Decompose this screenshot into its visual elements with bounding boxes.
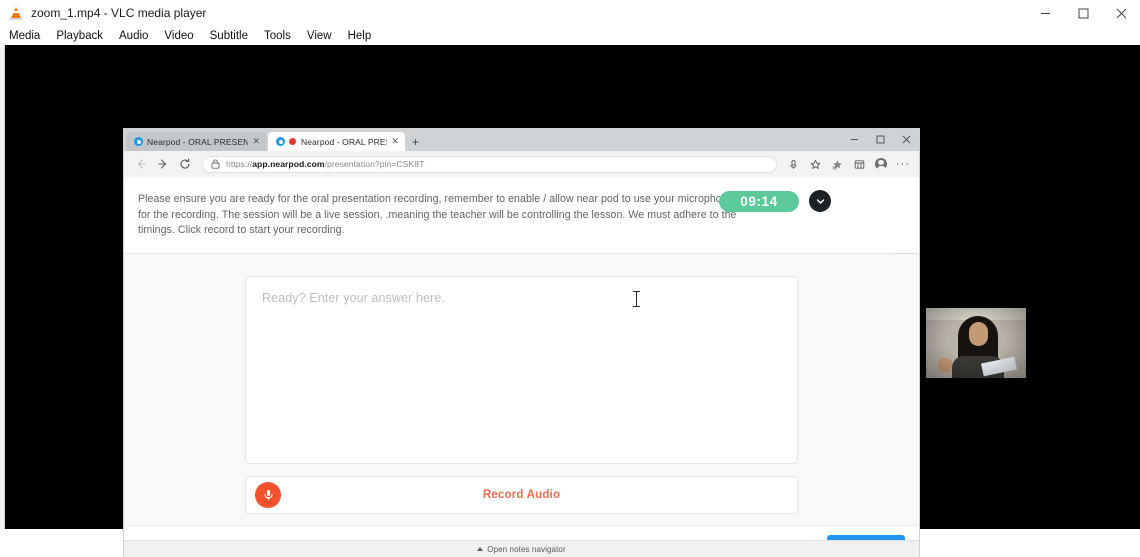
video-canvas[interactable]: Nearpod - ORAL PRESENTATION ✕ Nearpod - … — [0, 45, 1140, 557]
more-options-icon[interactable]: ··· — [893, 154, 913, 174]
edge-browser-window: Nearpod - ORAL PRESENTATION ✕ Nearpod - … — [124, 129, 919, 557]
browser-tab-1-close-icon[interactable]: ✕ — [252, 137, 260, 146]
browser-essentials-icon[interactable] — [849, 154, 869, 174]
menu-item-playback[interactable]: Playback — [56, 30, 103, 42]
browser-tab-2-close-icon[interactable]: ✕ — [391, 137, 399, 146]
address-bar-url: https://app.nearpod.com/presentation?pin… — [226, 159, 425, 169]
countdown-timer-badge: 09:14 — [719, 191, 799, 212]
browser-minimize-button[interactable] — [841, 129, 867, 150]
vlc-cone-icon — [9, 6, 23, 20]
browser-restore-button[interactable] — [867, 129, 893, 150]
forward-arrow-icon[interactable] — [152, 153, 174, 175]
browser-tab-2-label: Nearpod - ORAL PRESENT· — [301, 136, 387, 147]
browser-tab-strip: Nearpod - ORAL PRESENTATION ✕ Nearpod - … — [124, 129, 919, 151]
menu-item-video[interactable]: Video — [164, 30, 193, 42]
menu-item-media[interactable]: Media — [9, 30, 40, 42]
vlc-player-window: zoom_1.mp4 - VLC media player Media Play… — [0, 0, 1140, 557]
tab-recording-indicator-icon — [289, 138, 296, 145]
microphone-icon[interactable] — [783, 154, 803, 174]
browser-tab-2[interactable]: Nearpod - ORAL PRESENT· ✕ — [268, 132, 405, 151]
browser-toolbar-icons: ··· — [783, 154, 913, 174]
microphone-icon — [255, 481, 281, 508]
reload-icon[interactable] — [174, 153, 196, 175]
instructions-text: Please ensure you are ready for the oral… — [138, 193, 737, 237]
vlc-window-controls — [1026, 0, 1140, 26]
vlc-title-bar: zoom_1.mp4 - VLC media player — [0, 0, 1140, 26]
open-notes-navigator-label: Open notes navigator — [487, 544, 566, 554]
padlock-icon — [211, 159, 220, 169]
menu-item-help[interactable]: Help — [348, 30, 372, 42]
menu-item-view[interactable]: View — [307, 30, 332, 42]
webcam-video-thumbnail — [926, 308, 1026, 378]
vlc-close-button[interactable] — [1102, 0, 1140, 26]
vlc-menu-bar: Media Playback Audio Video Subtitle Tool… — [0, 26, 1140, 45]
profile-avatar-icon[interactable] — [871, 154, 891, 174]
collections-icon[interactable] — [827, 154, 847, 174]
vlc-maximize-button[interactable] — [1064, 0, 1102, 26]
caret-up-icon — [477, 547, 484, 551]
record-audio-label: Record Audio — [482, 488, 561, 501]
menu-item-tools[interactable]: Tools — [264, 30, 291, 42]
instructions-panel: Please ensure you are ready for the oral… — [124, 177, 919, 254]
record-audio-button[interactable]: Record Audio — [245, 475, 798, 514]
video-left-edge — [0, 45, 8, 529]
browser-close-button[interactable] — [893, 129, 919, 150]
vlc-window-title: zoom_1.mp4 - VLC media player — [31, 6, 207, 20]
answer-placeholder-text: Ready? Enter your answer here. — [262, 290, 445, 305]
favorite-star-icon[interactable] — [805, 154, 825, 174]
nearpod-favicon-icon — [276, 137, 285, 146]
vlc-minimize-button[interactable] — [1026, 0, 1064, 26]
browser-tab-1-label: Nearpod - ORAL PRESENTATION — [147, 136, 249, 147]
nearpod-favicon-icon — [134, 137, 143, 146]
browser-toolbar: https://app.nearpod.com/presentation?pin… — [124, 151, 919, 177]
address-bar[interactable]: https://app.nearpod.com/presentation?pin… — [202, 155, 777, 173]
nearpod-page: Please ensure you are ready for the oral… — [124, 177, 919, 557]
back-arrow-icon[interactable] — [130, 153, 152, 175]
activity-content-area: Ready? Enter your answer here. Record Au… — [124, 253, 919, 557]
open-notes-navigator-bar[interactable]: Open notes navigator — [124, 540, 919, 557]
menu-item-subtitle[interactable]: Subtitle — [210, 30, 248, 42]
browser-window-controls — [841, 129, 919, 150]
new-tab-button[interactable]: + — [412, 136, 419, 148]
menu-item-audio[interactable]: Audio — [119, 30, 148, 42]
text-cursor-icon — [633, 290, 640, 307]
chevron-down-icon[interactable] — [809, 190, 831, 212]
browser-tab-1[interactable]: Nearpod - ORAL PRESENTATION ✕ — [126, 132, 266, 151]
answer-textarea[interactable]: Ready? Enter your answer here. — [245, 275, 798, 464]
